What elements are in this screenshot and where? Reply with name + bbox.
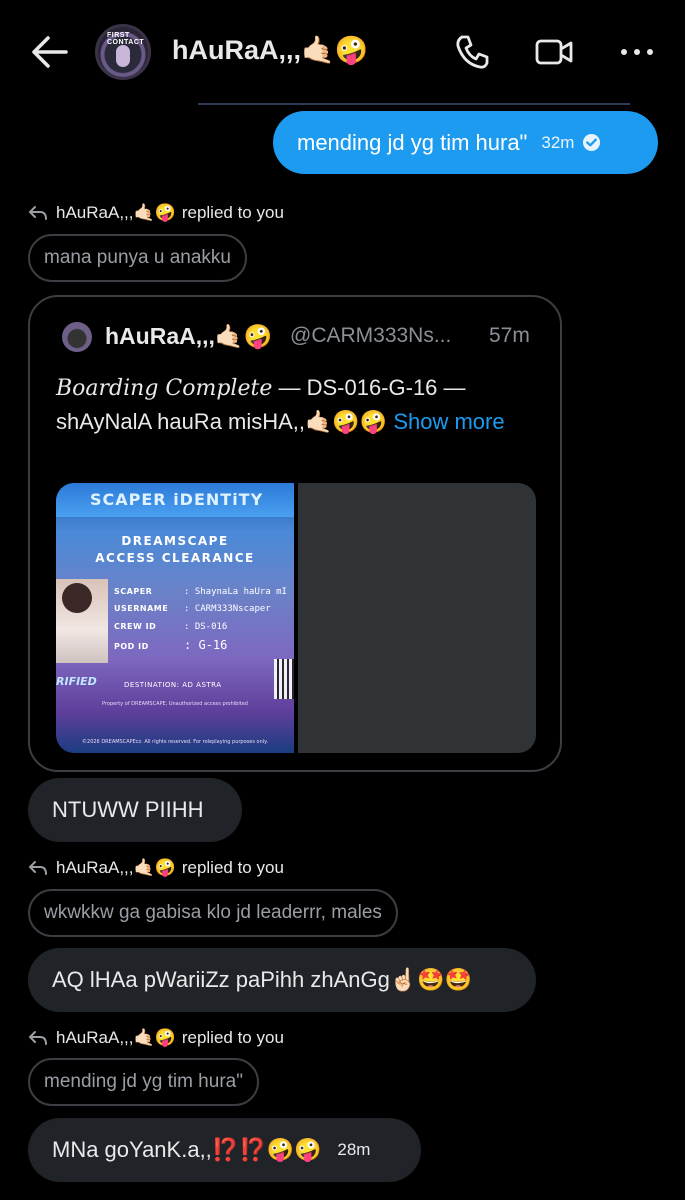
post-time: 57m — [489, 324, 530, 347]
media-placeholder[interactable] — [294, 483, 536, 753]
id-card-subheading-2: ACCESS CLEARANCE — [95, 551, 255, 565]
id-row: POD ID : G-16 — [114, 638, 227, 652]
qr-code-icon — [274, 659, 294, 699]
id-row-label: POD ID — [114, 642, 149, 651]
id-card-image[interactable]: SCAPER iDENTiTY DREAMSCAPE ACCESS CLEARA… — [56, 483, 294, 753]
id-row-value: : ShaynaLa haUra mI — [184, 587, 287, 597]
post-body: Boarding Complete — DS-016-G-16 — shAyNa… — [56, 371, 546, 438]
reply-sender-name: hAuRaA,,,🤙🏻🤪 — [56, 858, 176, 877]
post-author-name: hAuRaA,,,🤙🏻🤪 — [105, 323, 273, 349]
id-card-copyright: ©2026 DREAMSCAPEcz. All rights reserved.… — [82, 739, 268, 745]
reply-sender-name: hAuRaA,,,🤙🏻🤪 — [56, 203, 176, 222]
message-time: 32m — [541, 132, 575, 152]
reply-arrow-icon — [28, 206, 47, 220]
id-row-label: CREW ID — [114, 622, 157, 631]
id-card-verified: RIFIED — [56, 675, 97, 688]
post-body-italic: Boarding Complete — [56, 376, 273, 401]
id-row: SCAPER : ShaynaLa haUra mI — [114, 587, 287, 597]
id-card-property: Property of DREAMSCAPE, Unauthorized acc… — [102, 701, 248, 707]
reply-label: hAuRaA,,,🤙🏻🤪 replied to you — [28, 203, 284, 223]
reply-sender-name: hAuRaA,,,🤙🏻🤪 — [56, 1028, 176, 1047]
phone-icon[interactable] — [452, 32, 492, 72]
id-card-heading: SCAPER iDENTiTY — [90, 490, 264, 509]
verified-check-icon — [583, 133, 601, 152]
reply-arrow-icon — [28, 861, 47, 875]
divider — [198, 103, 630, 105]
reply-suffix: replied to you — [181, 203, 284, 222]
quoted-message[interactable]: mending jd yg tim hura" — [28, 1058, 259, 1106]
id-row-label: SCAPER — [114, 587, 153, 596]
more-icon[interactable] — [618, 32, 658, 72]
show-more-link[interactable]: Show more — [393, 409, 504, 434]
message-time: 28m — [337, 1140, 371, 1159]
message-text: AQ lHAa pWariiZz paPihh zhAnGg☝🏻🤩🤩 — [52, 967, 473, 992]
sent-message[interactable]: mending jd yg tim hura" 32m — [273, 111, 658, 174]
message-text: MNa goYanK.a,,⁉️⁉️🤪🤪 — [52, 1137, 322, 1162]
id-row: USERNAME : CARM333Nscaper — [114, 604, 271, 614]
conversation-header: FIRST CONTACT hAuRaA,,,🤙🏻🤪 — [0, 0, 685, 104]
reply-label: hAuRaA,,,🤙🏻🤪 replied to you — [28, 858, 284, 878]
conversation-title[interactable]: hAuRaA,,,🤙🏻🤪 — [172, 34, 368, 66]
reply-arrow-icon — [28, 1031, 47, 1045]
quoted-message[interactable]: mana punya u anakku — [28, 234, 247, 282]
id-card-subheading: DREAMSCAPE ACCESS CLEARANCE — [56, 533, 294, 567]
avatar-label: FIRST CONTACT — [107, 32, 145, 46]
id-row: CREW ID : DS-016 — [114, 622, 227, 632]
reply-suffix: replied to you — [181, 1028, 284, 1047]
id-card-photo — [56, 579, 108, 663]
post-media[interactable]: SCAPER iDENTiTY DREAMSCAPE ACCESS CLEARA… — [56, 483, 536, 753]
back-arrow-icon[interactable] — [30, 34, 70, 70]
id-row-value: : G-16 — [184, 638, 228, 652]
id-card-destination: DESTINATION: AD ASTRA — [124, 681, 222, 689]
received-message[interactable]: NTUWW PIIHH — [28, 778, 242, 842]
id-row-value: : CARM333Nscaper — [184, 604, 271, 614]
video-icon[interactable] — [534, 32, 574, 72]
avatar[interactable]: FIRST CONTACT — [95, 24, 151, 80]
received-message[interactable]: AQ lHAa pWariiZz paPihh zhAnGg☝🏻🤩🤩 — [28, 948, 536, 1012]
id-card-subheading-1: DREAMSCAPE — [121, 534, 229, 548]
message-text: mending jd yg tim hura" — [297, 129, 528, 155]
reply-suffix: replied to you — [181, 858, 284, 877]
id-row-label: USERNAME — [114, 604, 169, 613]
shared-post-card[interactable]: hAuRaA,,,🤙🏻🤪 @CARM333Ns... 57m Boarding … — [28, 295, 562, 772]
reply-label: hAuRaA,,,🤙🏻🤪 replied to you — [28, 1028, 284, 1048]
received-message[interactable]: MNa goYanK.a,,⁉️⁉️🤪🤪 28m — [28, 1118, 421, 1182]
post-author-handle: @CARM333Ns... — [290, 324, 452, 347]
id-row-value: : DS-016 — [184, 622, 228, 632]
post-avatar — [62, 322, 92, 352]
quoted-message[interactable]: wkwkkw ga gabisa klo jd leaderrr, males — [28, 889, 398, 937]
message-text: NTUWW PIIHH — [52, 797, 204, 822]
